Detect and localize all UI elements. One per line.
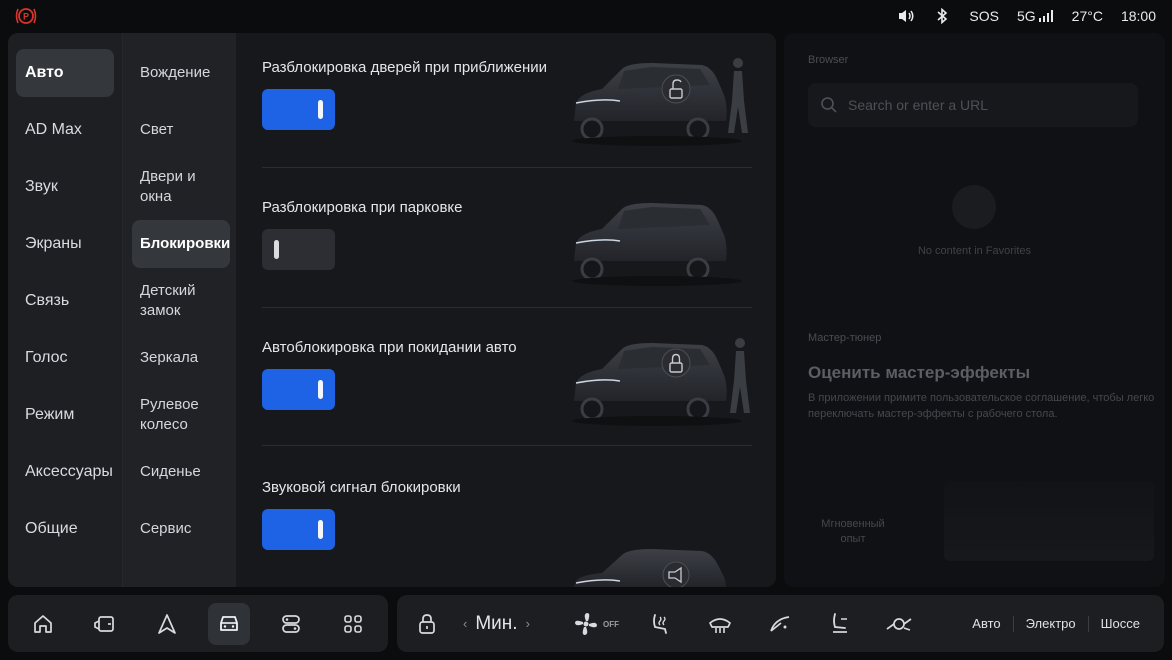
favorites-empty-icon xyxy=(952,185,996,229)
search-placeholder: Search or enter a URL xyxy=(848,97,989,113)
bluetooth-icon[interactable] xyxy=(933,7,951,25)
setting-label: Разблокировка при парковке xyxy=(262,199,463,216)
nav-item-mode[interactable]: Режим xyxy=(16,391,114,439)
clock: 18:00 xyxy=(1120,8,1156,24)
status-bar: P SOS 5G 27°C 18:00 xyxy=(0,0,1172,32)
parking-brake-icon: P xyxy=(14,5,38,27)
car-icon[interactable] xyxy=(208,603,250,645)
nav-item-auto[interactable]: Авто xyxy=(16,49,114,97)
setting-parking-unlock: Разблокировка при парковке xyxy=(262,173,754,313)
browser-search-input[interactable]: Search or enter a URL xyxy=(808,83,1138,127)
tuner-heading: Оценить мастер-эффекты xyxy=(808,363,1031,382)
climate-dock: ‹ Мин. › OFF Авто Электро Шоссе xyxy=(397,595,1164,652)
fan-mode-value: Мин. xyxy=(475,612,518,634)
tuner-preview-image xyxy=(944,481,1154,561)
drive-mode-highway[interactable]: Шоссе xyxy=(1089,616,1152,631)
browser-widget-title: Browser xyxy=(808,54,849,66)
nav-item-general[interactable]: Общие xyxy=(16,505,114,553)
setting-label: Звуковой сигнал блокировки xyxy=(262,479,461,496)
settings-panel: Авто AD Max Звук Экраны Связь Голос Режи… xyxy=(8,33,776,587)
sos-label[interactable]: SOS xyxy=(969,8,999,24)
network-label: 5G xyxy=(1016,8,1036,24)
nav-item-voice[interactable]: Голос xyxy=(16,334,114,382)
steering-heat-icon[interactable] xyxy=(884,609,914,639)
sub-nav-doors-windows[interactable]: Двери и окна xyxy=(132,163,230,211)
volume-icon[interactable] xyxy=(897,7,915,25)
seat-icon[interactable] xyxy=(825,609,855,639)
nav-item-connection[interactable]: Связь xyxy=(16,277,114,325)
apps-grid-icon[interactable] xyxy=(332,603,374,645)
setting-label: Разблокировка дверей при приближении xyxy=(262,59,548,76)
sub-nav-driving[interactable]: Вождение xyxy=(132,49,230,97)
car-unlock-person-icon xyxy=(562,51,752,151)
home-icon[interactable] xyxy=(22,603,64,645)
nav-item-accessories[interactable]: Аксессуары xyxy=(16,448,114,496)
setting-proximity-unlock: Разблокировка дверей при приближении xyxy=(262,33,754,173)
tuner-description: В приложении примите пользовательское со… xyxy=(808,392,1155,420)
drive-mode-electric[interactable]: Электро xyxy=(1014,616,1088,631)
fan-icon[interactable] xyxy=(571,609,601,639)
svg-text:P: P xyxy=(23,12,29,22)
instant-experience-button[interactable]: Мгновенный опыт xyxy=(808,517,898,547)
rear-defrost-icon[interactable] xyxy=(705,609,735,639)
divider xyxy=(262,307,752,308)
divider xyxy=(262,445,752,446)
network-indicator: 5G xyxy=(1017,8,1054,24)
sub-nav-locks[interactable]: Блокировки xyxy=(132,220,230,268)
lock-sound-toggle[interactable] xyxy=(262,509,335,550)
fan-off-label: OFF xyxy=(603,620,619,629)
lock-icon[interactable] xyxy=(412,609,442,639)
nav-item-ad-max[interactable]: AD Max xyxy=(16,106,114,154)
navigation-icon[interactable] xyxy=(146,603,188,645)
seat-heat-icon[interactable] xyxy=(644,609,674,639)
divider xyxy=(262,167,752,168)
drive-mode-auto[interactable]: Авто xyxy=(960,616,1012,631)
setting-auto-lock-walkaway: Автоблокировка при покидании авто xyxy=(262,313,754,453)
door-icon[interactable] xyxy=(84,603,126,645)
favorites-empty-text: No content in Favorites xyxy=(917,245,1032,257)
sub-nav-lights[interactable]: Свет xyxy=(132,106,230,154)
sub-nav-seat[interactable]: Сиденье xyxy=(132,448,230,496)
setting-lock-sound: Звуковой сигнал блокировки xyxy=(262,453,754,587)
car-icon xyxy=(562,191,752,291)
app-dock xyxy=(8,595,388,652)
signal-icon xyxy=(1038,10,1054,22)
fan-mode-selector[interactable]: ‹ Мин. › xyxy=(463,595,530,652)
parking-unlock-toggle[interactable] xyxy=(262,229,335,270)
search-icon xyxy=(820,96,838,114)
main-nav: Авто AD Max Звук Экраны Связь Голос Режи… xyxy=(8,33,122,587)
sub-nav-child-lock[interactable]: Детский замок xyxy=(132,277,230,325)
chevron-right-icon[interactable]: › xyxy=(526,616,530,631)
auto-lock-toggle[interactable] xyxy=(262,369,335,410)
sub-nav-steering-wheel[interactable]: Рулевое колесо xyxy=(132,391,230,439)
lock-settings-content: Разблокировка дверей при приближении Раз… xyxy=(236,33,776,587)
media-icon[interactable] xyxy=(270,603,312,645)
nav-item-screens[interactable]: Экраны xyxy=(16,220,114,268)
chevron-left-icon[interactable]: ‹ xyxy=(463,616,467,631)
sub-nav-mirrors[interactable]: Зеркала xyxy=(132,334,230,382)
drive-mode-selector: Авто Электро Шоссе xyxy=(960,595,1152,652)
proximity-unlock-toggle[interactable] xyxy=(262,89,335,130)
car-horn-icon xyxy=(562,547,752,587)
setting-label: Автоблокировка при покидании авто xyxy=(262,339,517,356)
sub-nav: Вождение Свет Двери и окна Блокировки Де… xyxy=(122,33,236,587)
widget-panel: Browser Search or enter a URL No content… xyxy=(784,33,1165,587)
nav-item-sound[interactable]: Звук xyxy=(16,163,114,211)
tuner-widget-title: Мастер-тюнер xyxy=(808,332,882,344)
wiper-icon[interactable] xyxy=(765,609,795,639)
sub-nav-service[interactable]: Сервис xyxy=(132,505,230,553)
temperature-label: 27°C xyxy=(1071,8,1103,24)
car-lock-person-icon xyxy=(562,331,752,431)
